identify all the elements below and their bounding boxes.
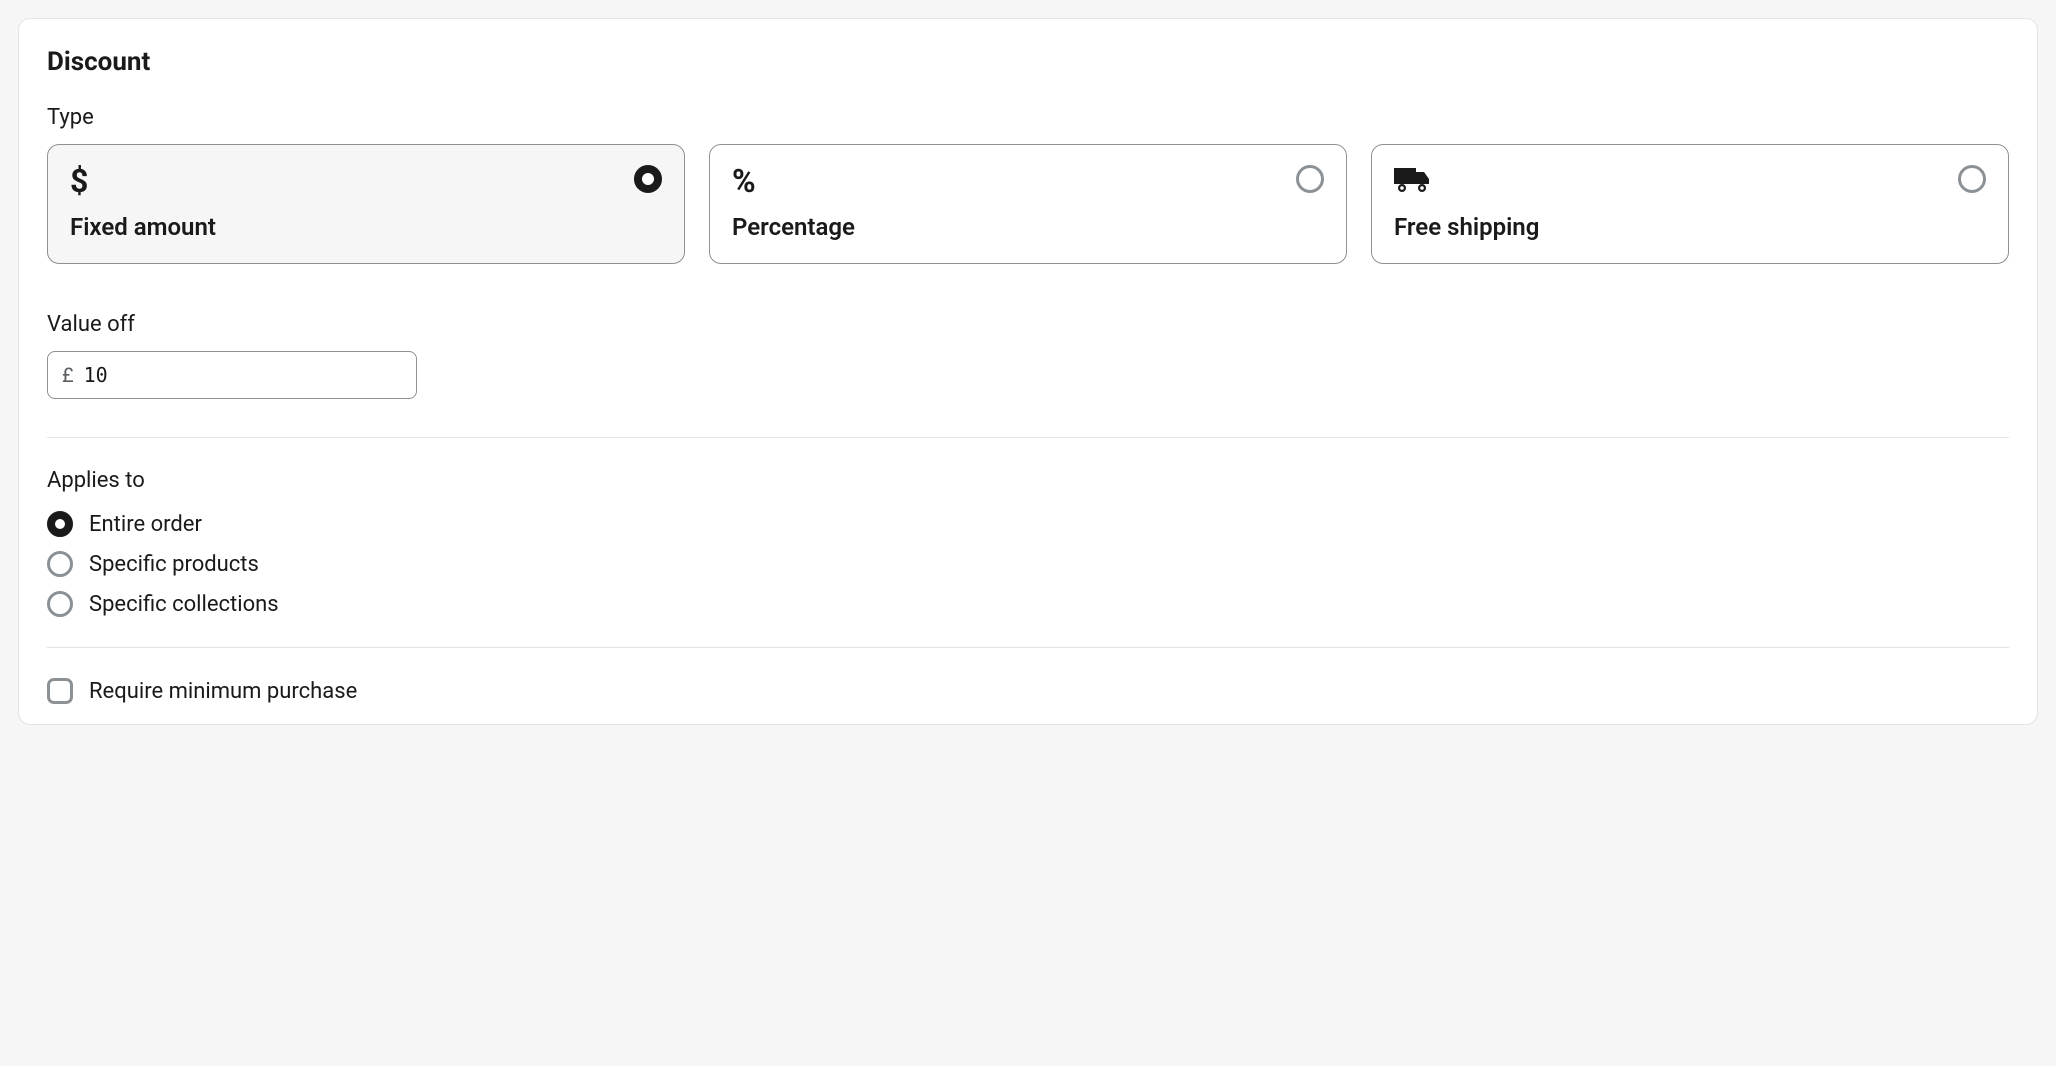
value-off-input-wrap[interactable]: £ [47, 351, 417, 399]
type-option-fixed-amount[interactable]: $ Fixed amount [47, 144, 685, 264]
card-title: Discount [47, 47, 2009, 77]
value-off-label: Value off [47, 312, 2009, 337]
truck-icon [1394, 165, 1986, 197]
applies-to-options: Entire order Specific products Specific … [47, 511, 2009, 617]
applies-option-label: Specific products [89, 552, 259, 577]
radio-indicator [47, 511, 73, 537]
type-option-free-shipping[interactable]: Free shipping [1371, 144, 2009, 264]
applies-option-label: Specific collections [89, 592, 279, 617]
value-off-input[interactable] [84, 363, 402, 387]
applies-option-specific-collections[interactable]: Specific collections [47, 591, 2009, 617]
applies-option-entire-order[interactable]: Entire order [47, 511, 2009, 537]
discount-card: Discount Type $ Fixed amount % Percentag… [18, 18, 2038, 725]
type-option-label: Fixed amount [70, 213, 662, 241]
divider [47, 437, 2009, 438]
require-minimum-label: Require minimum purchase [89, 679, 357, 704]
applies-to-section: Applies to Entire order Specific product… [47, 468, 2009, 617]
dollar-icon: $ [70, 165, 662, 197]
type-option-percentage[interactable]: % Percentage [709, 144, 1347, 264]
radio-indicator [1958, 165, 1986, 193]
radio-indicator [634, 165, 662, 193]
divider [47, 647, 2009, 648]
applies-option-label: Entire order [89, 512, 202, 537]
applies-option-specific-products[interactable]: Specific products [47, 551, 2009, 577]
type-options: $ Fixed amount % Percentage Free shippin… [47, 144, 2009, 264]
require-minimum-checkbox[interactable]: Require minimum purchase [47, 678, 2009, 704]
radio-indicator [1296, 165, 1324, 193]
percent-icon: % [732, 165, 1324, 197]
radio-indicator [47, 591, 73, 617]
applies-to-label: Applies to [47, 468, 2009, 493]
currency-prefix: £ [62, 363, 74, 387]
value-off-section: Value off £ [47, 312, 2009, 399]
checkbox-box [47, 678, 73, 704]
type-label: Type [47, 105, 2009, 130]
type-option-label: Free shipping [1394, 213, 1986, 241]
type-option-label: Percentage [732, 213, 1324, 241]
radio-indicator [47, 551, 73, 577]
